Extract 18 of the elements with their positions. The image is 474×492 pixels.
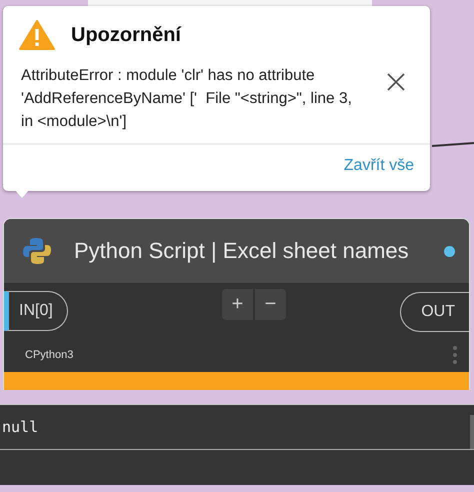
wire-line — [432, 140, 474, 150]
scrollbar[interactable] — [470, 415, 474, 449]
node-title: Python Script | Excel sheet names — [74, 238, 410, 264]
add-input-button[interactable]: + — [222, 289, 253, 320]
python-logo-icon — [22, 236, 52, 266]
error-message: AttributeError : module 'clr' has no attribute 'AddReferenceByName' [' File "<string>", line 3, in <module>\n'] — [21, 66, 353, 132]
python-node[interactable]: Python Script | Excel sheet names IN[0] + − OUT CPython3 — [3, 218, 470, 390]
remove-input-button[interactable]: − — [255, 289, 286, 320]
input-port[interactable]: IN[0] — [4, 291, 68, 331]
more-icon[interactable] — [453, 346, 457, 364]
preview-value: null — [2, 418, 38, 436]
close-icon[interactable] — [386, 72, 406, 92]
output-port[interactable]: OUT — [400, 292, 469, 332]
dismiss-all-link[interactable]: Zavřít vše — [344, 157, 414, 175]
status-dot — [444, 246, 455, 256]
engine-label: CPython3 — [25, 349, 74, 361]
warning-icon — [19, 20, 55, 50]
popup-title: Upozornění — [71, 24, 181, 46]
